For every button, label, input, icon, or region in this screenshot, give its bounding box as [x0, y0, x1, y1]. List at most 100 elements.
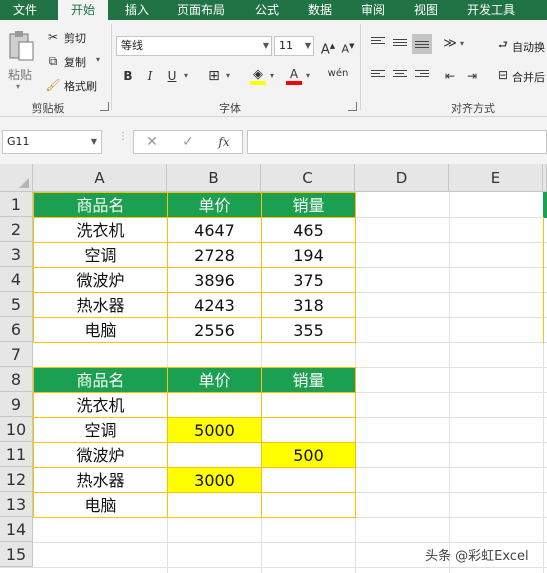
column-header-e[interactable]: E	[449, 164, 543, 192]
table2-cell[interactable]: 空调	[33, 417, 168, 443]
row-header[interactable]: 12	[0, 467, 33, 492]
formula-bar-splitter[interactable]: ⋮	[118, 132, 128, 149]
tab-developer[interactable]: 开发工具	[457, 0, 525, 20]
table2-cell[interactable]: 洗衣机	[33, 392, 168, 418]
tab-file[interactable]: 文件	[2, 0, 48, 20]
table2-cell[interactable]	[261, 417, 356, 443]
table1-cell[interactable]: 4647	[167, 217, 262, 243]
table1-cell[interactable]: 4243	[167, 292, 262, 318]
column-header-d[interactable]: D	[355, 164, 449, 192]
table1-header-price[interactable]: 单价	[167, 192, 262, 218]
tab-formulas[interactable]: 公式	[245, 0, 289, 20]
table2-cell[interactable]	[261, 492, 356, 518]
borders-dropdown-icon[interactable]: ▾	[226, 71, 230, 80]
table1-header-product[interactable]: 商品名	[33, 192, 168, 218]
table2-cell[interactable]	[261, 392, 356, 418]
tab-data[interactable]: 数据	[298, 0, 342, 20]
font-size-combo[interactable]: 11 ▼	[274, 36, 314, 56]
paste-dropdown-icon[interactable]: ▾	[16, 82, 20, 91]
table2-header-price[interactable]: 单价	[167, 367, 262, 393]
align-right-button[interactable]	[412, 66, 432, 86]
table2-cell-highlighted[interactable]: 5000	[167, 417, 262, 443]
table1-cell[interactable]: 热水器	[33, 292, 168, 318]
underline-button[interactable]: U	[162, 66, 182, 86]
table1-cell[interactable]: 电脑	[33, 317, 168, 343]
table2-header-sales[interactable]: 销量	[261, 367, 356, 393]
align-center-button[interactable]	[390, 66, 410, 86]
row-header[interactable]: 7	[0, 342, 33, 367]
table2-cell[interactable]	[167, 442, 262, 468]
font-color-dropdown-icon[interactable]: ▾	[306, 71, 310, 80]
shrink-font-button[interactable]: A▼	[338, 36, 358, 56]
fill-color-button[interactable]: ◈	[248, 64, 268, 85]
underline-dropdown-icon[interactable]: ▾	[184, 71, 188, 80]
row-header[interactable]: 8	[0, 367, 33, 392]
column-header-a[interactable]: A	[33, 164, 167, 192]
paste-button[interactable]: 粘贴 ▾	[4, 28, 38, 92]
format-painter-button[interactable]: 🖌 格式刷	[44, 76, 106, 94]
italic-button[interactable]: I	[140, 66, 160, 86]
table1-cell[interactable]: 2728	[167, 242, 262, 268]
table2-cell[interactable]: 电脑	[33, 492, 168, 518]
row-header[interactable]: 6	[0, 317, 33, 342]
select-all-corner[interactable]	[0, 164, 33, 192]
orientation-dropdown-icon[interactable]: ▾	[460, 39, 464, 48]
tab-view[interactable]: 视图	[404, 0, 448, 20]
table2-cell[interactable]: 热水器	[33, 467, 168, 493]
tab-home[interactable]: 开始	[58, 0, 108, 21]
increase-indent-button[interactable]: ⇥	[462, 66, 482, 86]
bold-button[interactable]: B	[118, 66, 138, 86]
row-header[interactable]: 13	[0, 492, 33, 517]
copy-dropdown-icon[interactable]: ▾	[96, 55, 100, 64]
table1-cell[interactable]: 318	[261, 292, 356, 318]
fill-color-dropdown-icon[interactable]: ▾	[270, 71, 274, 80]
table1-cell[interactable]: 465	[261, 217, 356, 243]
formula-input[interactable]	[247, 130, 547, 154]
row-header[interactable]: 1	[0, 192, 33, 217]
table2-cell[interactable]: 微波炉	[33, 442, 168, 468]
table2-cell[interactable]	[261, 467, 356, 493]
table2-cell[interactable]	[167, 492, 262, 518]
enter-icon[interactable]: ✓	[176, 131, 200, 153]
merge-center-button[interactable]: ⊟ 合并后	[494, 66, 547, 86]
row-header[interactable]: 9	[0, 392, 33, 417]
tab-review[interactable]: 审阅	[351, 0, 395, 20]
table1-cell[interactable]: 355	[261, 317, 356, 343]
clipboard-launcher-icon[interactable]	[100, 102, 109, 111]
borders-button[interactable]: ⊞	[204, 66, 224, 86]
tab-insert[interactable]: 插入	[114, 0, 160, 20]
row-header[interactable]: 5	[0, 292, 33, 317]
orientation-button[interactable]: ≫	[440, 34, 460, 54]
row-header[interactable]: 14	[0, 517, 33, 542]
align-bottom-button[interactable]	[412, 34, 432, 54]
align-middle-button[interactable]	[390, 34, 410, 54]
decrease-indent-button[interactable]: ⇤	[440, 66, 460, 86]
column-header-c[interactable]: C	[261, 164, 355, 192]
row-header[interactable]: 15	[0, 542, 33, 567]
table2-cell-highlighted[interactable]: 500	[261, 442, 356, 468]
row-header[interactable]: 11	[0, 442, 33, 467]
row-header[interactable]: 2	[0, 217, 33, 242]
table1-cell[interactable]: 2556	[167, 317, 262, 343]
table1-cell[interactable]: 194	[261, 242, 356, 268]
align-left-button[interactable]	[368, 66, 388, 86]
table2-cell[interactable]	[167, 392, 262, 418]
name-box[interactable]: G11 ▼	[2, 130, 102, 154]
table1-cell[interactable]: 3896	[167, 267, 262, 293]
table1-header-sales[interactable]: 销量	[261, 192, 356, 218]
grow-font-button[interactable]: A▲	[318, 36, 338, 57]
table1-cell[interactable]: 洗衣机	[33, 217, 168, 243]
font-launcher-icon[interactable]	[348, 102, 357, 111]
table2-header-product[interactable]: 商品名	[33, 367, 168, 393]
font-color-button[interactable]: A	[284, 64, 304, 85]
wrap-text-button[interactable]: ⮐ 自动换	[494, 36, 547, 56]
row-header[interactable]: 4	[0, 267, 33, 292]
cancel-icon[interactable]: ✕	[140, 131, 164, 153]
phonetic-button[interactable]: wén	[324, 64, 352, 84]
column-header-f[interactable]	[543, 164, 547, 192]
table1-cell[interactable]: 微波炉	[33, 267, 168, 293]
align-top-button[interactable]	[368, 34, 388, 54]
table1-cell[interactable]: 375	[261, 267, 356, 293]
row-header[interactable]: 3	[0, 242, 33, 267]
tab-page-layout[interactable]: 页面布局	[168, 0, 234, 20]
